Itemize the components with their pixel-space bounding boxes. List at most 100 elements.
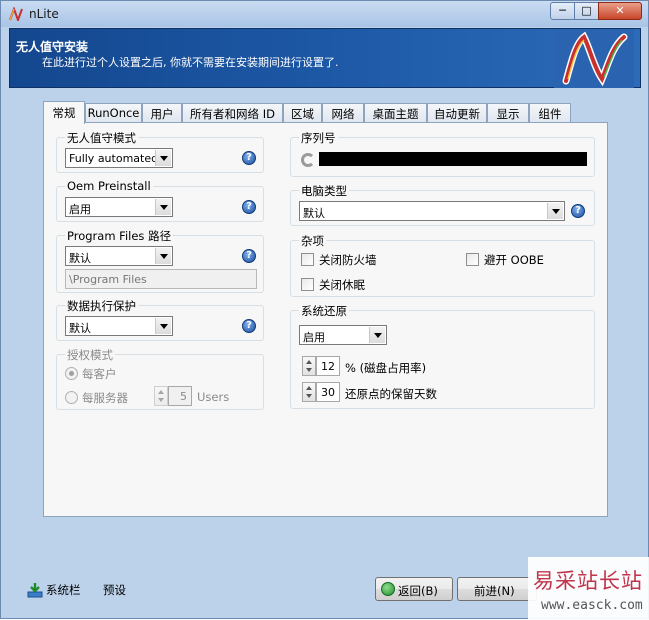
tab-desktop-theme[interactable]: 桌面主题 [364, 103, 427, 123]
group-serial: 序列号 [290, 130, 595, 177]
group-system-restore: 系统还原 启用 12 % (磁盘占用率) 30 还原点的保留天数 [290, 303, 595, 409]
tab-region[interactable]: 区域 [283, 103, 322, 123]
computer-type-label: 电脑类型 [299, 183, 349, 199]
tab-user[interactable]: 用户 [142, 103, 182, 123]
title-bar[interactable]: nLite ─ □ ✕ [1, 1, 648, 27]
serial-label: 序列号 [299, 130, 338, 146]
unattended-mode-select[interactable]: Fully automated [65, 148, 173, 168]
license-mode-label: 授权模式 [65, 347, 115, 363]
chevron-down-icon [155, 150, 171, 166]
tab-general[interactable]: 常规 [43, 101, 85, 124]
disable-firewall-label: 关闭防火墙 [319, 253, 377, 267]
nlite-window: nLite ─ □ ✕ 无人值守安装 在此进行过个人设置之后, 你就不需要在安装… [0, 0, 649, 620]
tab-owner-network-id[interactable]: 所有者和网络 ID [182, 103, 283, 123]
users-count-input[interactable]: 5 [168, 386, 192, 406]
serial-input-redacted[interactable] [319, 152, 587, 166]
misc-label: 杂项 [299, 233, 326, 249]
disable-hibernate-label: 关闭休眠 [319, 278, 365, 292]
close-button[interactable]: ✕ [598, 2, 642, 20]
oem-preinstall-value: 启用 [69, 203, 91, 216]
system-restore-value: 启用 [303, 331, 325, 344]
tab-runonce[interactable]: RunOnce [85, 103, 142, 123]
chevron-down-icon [547, 203, 563, 219]
system-restore-label: 系统还原 [299, 303, 349, 319]
next-button[interactable]: 前进(N) [457, 577, 537, 601]
disk-percent-input[interactable]: 12 [316, 356, 340, 376]
disable-hibernate-checkbox[interactable] [301, 278, 314, 291]
tab-display[interactable]: 显示 [487, 103, 529, 123]
window-title: nLite [29, 7, 59, 21]
back-button[interactable]: 返回(B) [375, 577, 453, 601]
tray-arrow-icon[interactable] [27, 582, 43, 598]
dep-label: 数据执行保护 [65, 298, 138, 314]
keep-days-input[interactable]: 30 [316, 382, 340, 402]
chevron-down-icon [369, 327, 385, 343]
program-files-path-input[interactable]: \Program Files [65, 269, 257, 289]
page-subtitle: 在此进行过个人设置之后, 你就不需要在安装期间进行设置了. [42, 56, 339, 69]
group-computer-type: 电脑类型 默认 ? [290, 183, 595, 226]
header-banner: 无人值守安装 在此进行过个人设置之后, 你就不需要在安装期间进行设置了. [9, 28, 641, 88]
per-server-radio[interactable] [65, 391, 78, 404]
watermark-logo-text: 易采站长站 [533, 569, 643, 593]
group-license-mode: 授权模式 每客户 每服务器 5 Users [56, 347, 264, 410]
group-dep: 数据执行保护 默认 ? [56, 298, 264, 341]
main-panel: 常规 RunOnce 用户 所有者和网络 ID 区域 网络 桌面主题 自动更新 … [11, 89, 640, 559]
users-stepper[interactable] [154, 386, 168, 406]
page-title: 无人值守安装 [16, 40, 89, 54]
dep-select[interactable]: 默认 [65, 316, 173, 336]
keep-days-stepper[interactable] [302, 382, 316, 402]
unattended-mode-value: Fully automated [69, 152, 159, 165]
minimize-button[interactable]: ─ [550, 2, 575, 20]
computer-type-value: 默认 [303, 207, 325, 220]
next-label: 前进(N) [474, 584, 515, 598]
group-misc: 杂项 关闭防火墙 避开 OOBE 关闭休眠 [290, 233, 595, 297]
tray-label[interactable]: 系统栏 [46, 582, 81, 598]
users-label: Users [197, 390, 230, 404]
per-seat-radio[interactable] [65, 367, 78, 380]
group-oem-preinstall: Oem Preinstall 启用 ? [56, 179, 264, 222]
disk-percent-stepper[interactable] [302, 356, 316, 376]
tab-page-general: 无人值守模式 Fully automated ? Oem Preinstall … [43, 122, 608, 517]
help-icon[interactable]: ? [242, 249, 256, 263]
preset-label[interactable]: 预设 [103, 582, 126, 598]
chevron-down-icon [155, 248, 171, 264]
tab-components[interactable]: 组件 [529, 103, 571, 123]
program-files-select[interactable]: 默认 [65, 246, 173, 266]
group-unattended-mode: 无人值守模式 Fully automated ? [56, 130, 264, 173]
minimize-icon: ─ [559, 4, 566, 17]
computer-type-select[interactable]: 默认 [299, 201, 565, 221]
disable-firewall-checkbox[interactable] [301, 253, 314, 266]
nlite-app-icon [9, 7, 23, 21]
program-files-label: Program Files 路径 [65, 228, 174, 244]
back-label: 返回(B) [398, 584, 438, 598]
system-restore-select[interactable]: 启用 [299, 325, 387, 345]
dep-value: 默认 [69, 322, 91, 335]
chevron-down-icon [155, 199, 171, 215]
disk-percent-label: % (磁盘占用率) [345, 361, 427, 375]
refresh-icon[interactable] [301, 153, 315, 167]
back-arrow-icon [381, 582, 395, 596]
help-icon[interactable]: ? [571, 204, 585, 218]
oem-preinstall-label: Oem Preinstall [65, 179, 153, 193]
skip-oobe-label: 避开 OOBE [484, 253, 544, 267]
tab-auto-update[interactable]: 自动更新 [427, 103, 487, 123]
skip-oobe-checkbox[interactable] [466, 253, 479, 266]
close-icon: ✕ [615, 4, 625, 17]
help-icon[interactable]: ? [242, 151, 256, 165]
maximize-icon: □ [581, 4, 592, 17]
tab-network[interactable]: 网络 [322, 103, 364, 123]
per-seat-label: 每客户 [82, 367, 117, 381]
watermark-url: www.easck.com [541, 598, 643, 613]
chevron-down-icon [155, 318, 171, 334]
help-icon[interactable]: ? [242, 200, 256, 214]
maximize-button[interactable]: □ [574, 2, 599, 20]
group-program-files: Program Files 路径 默认 ? \Program Files [56, 228, 264, 293]
nlite-logo-icon [554, 29, 634, 88]
per-server-label: 每服务器 [82, 391, 128, 405]
help-icon[interactable]: ? [242, 319, 256, 333]
program-files-path-value: \Program Files [69, 273, 147, 286]
oem-preinstall-select[interactable]: 启用 [65, 197, 173, 217]
unattended-mode-label: 无人值守模式 [65, 130, 138, 146]
program-files-value: 默认 [69, 252, 91, 265]
keep-days-label: 还原点的保留天数 [345, 387, 437, 401]
